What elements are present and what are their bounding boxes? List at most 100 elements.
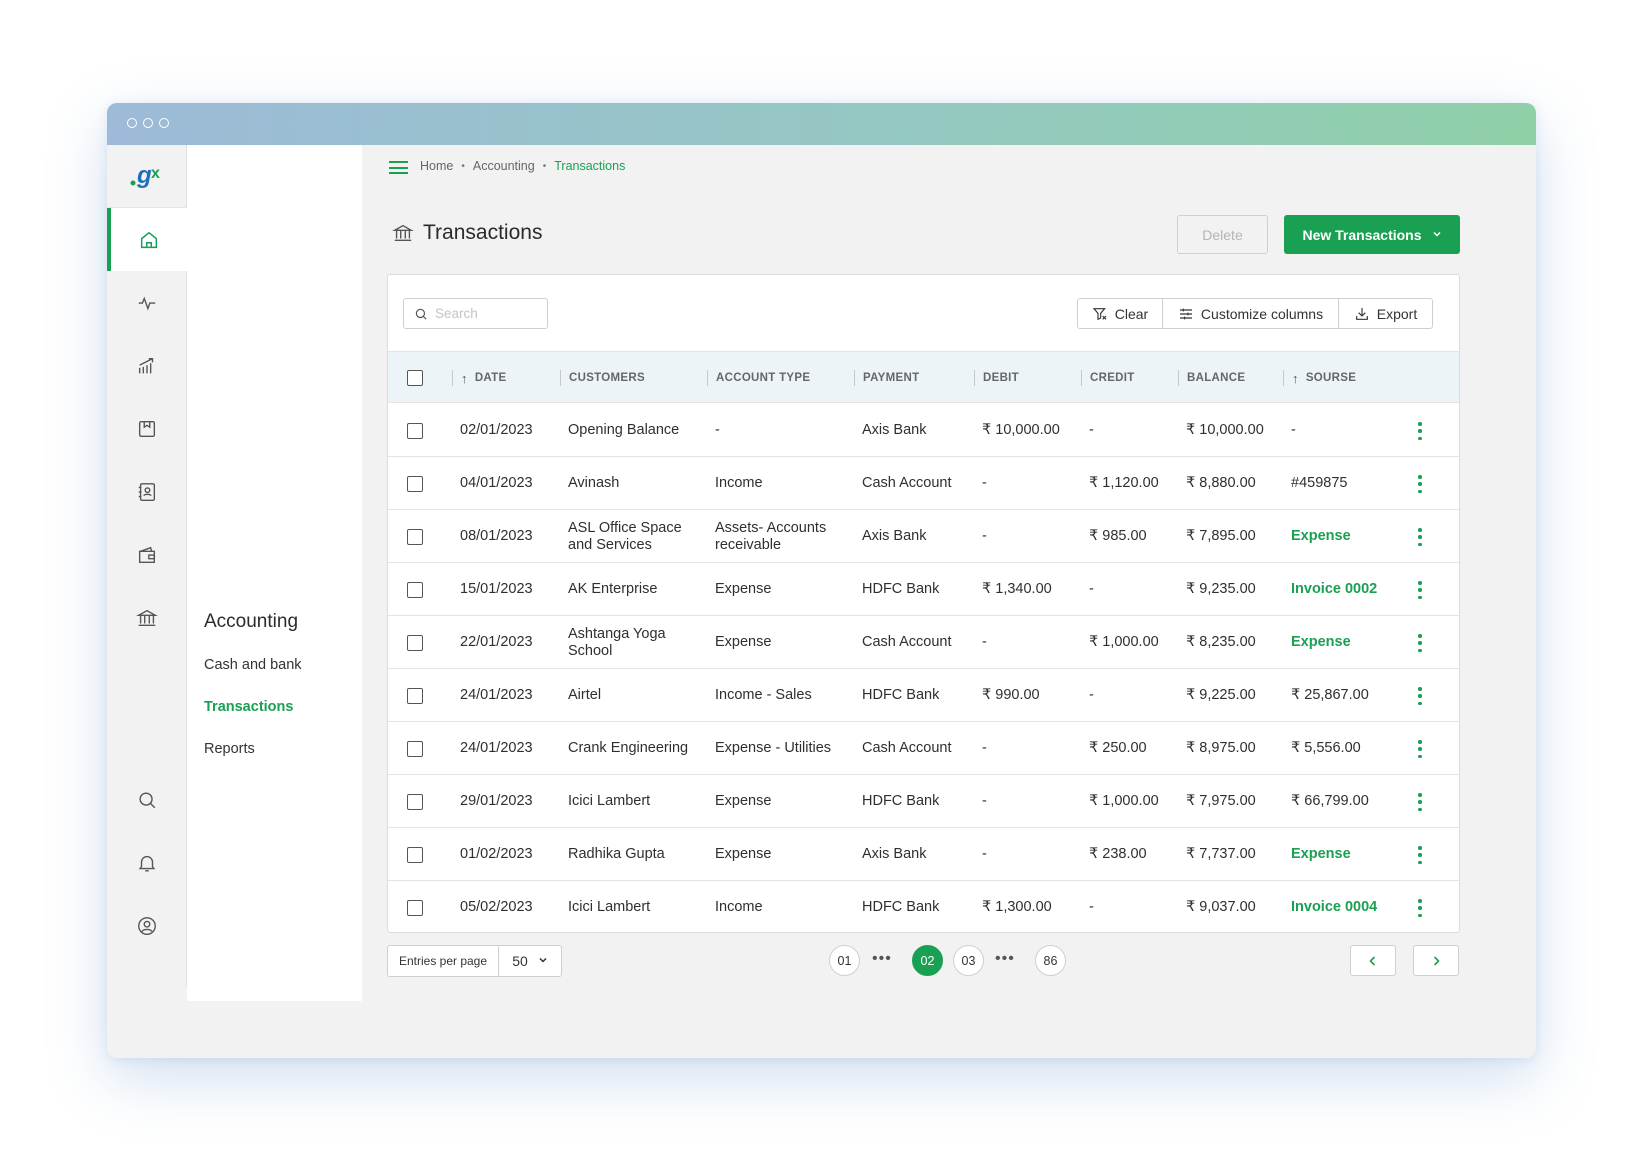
table-row[interactable]: 29/01/2023 Icici Lambert Expense HDFC Bank -… <box>388 775 1459 828</box>
sort-arrow-up-icon[interactable]: ↑ <box>461 371 468 386</box>
app-logo[interactable]: g x <box>107 145 187 208</box>
column-header-balance[interactable]: BALANCE <box>1178 352 1245 404</box>
cell-source[interactable]: Invoice 0004 <box>1291 881 1401 932</box>
row-more-actions-icon[interactable] <box>1417 422 1423 440</box>
row-more-actions-icon[interactable] <box>1417 899 1423 917</box>
row-select-cell <box>407 510 423 563</box>
row-more-actions-icon[interactable] <box>1417 528 1423 546</box>
row-more-actions-icon[interactable] <box>1417 634 1423 652</box>
subnav-item-transactions[interactable]: Transactions <box>204 699 293 715</box>
subnav-item-cash-and-bank[interactable]: Cash and bank <box>204 657 302 673</box>
cell-customer: Crank Engineering <box>568 740 689 756</box>
sort-arrow-up-icon[interactable]: ↑ <box>1292 371 1299 386</box>
cell-balance: ₹ 9,225.00 <box>1186 687 1256 703</box>
new-transactions-button[interactable]: New Transactions <box>1284 215 1460 254</box>
page-button-01[interactable]: 01 <box>829 945 860 976</box>
customize-columns-button[interactable]: Customize columns <box>1163 299 1339 328</box>
table-row[interactable]: 22/01/2023 Ashtanga Yoga School Expense Cas… <box>388 616 1459 669</box>
cell-source[interactable]: Expense <box>1291 616 1401 669</box>
table-row[interactable]: 05/02/2023 Icici Lambert Income HDFC Bank ₹ … <box>388 881 1459 932</box>
menu-toggle-icon[interactable] <box>389 161 408 175</box>
previous-page-button[interactable] <box>1350 945 1396 976</box>
breadcrumb-home[interactable]: Home <box>420 159 453 173</box>
row-more-actions-icon[interactable] <box>1417 581 1423 599</box>
page-button-03[interactable]: 03 <box>953 945 984 976</box>
row-checkbox[interactable] <box>407 528 423 545</box>
row-checkbox[interactable] <box>407 740 423 757</box>
table-row[interactable]: 04/01/2023 Avinash Income Cash Account - ₹ 1,… <box>388 457 1459 510</box>
cell-customer: Opening Balance <box>568 422 680 438</box>
svg-text:x: x <box>151 165 160 182</box>
row-checkbox[interactable] <box>407 634 423 651</box>
page-button-86[interactable]: 86 <box>1035 945 1066 976</box>
row-checkbox[interactable] <box>407 793 423 810</box>
column-header-customers[interactable]: CUSTOMERS <box>560 352 645 404</box>
breadcrumb-separator: • <box>461 160 465 172</box>
window-control-maximize[interactable] <box>159 118 169 128</box>
column-header-debit[interactable]: DEBIT <box>974 352 1019 404</box>
rail-wallet[interactable] <box>107 523 187 586</box>
rail-home[interactable] <box>107 208 187 271</box>
window-titlebar <box>107 103 1536 145</box>
table-row[interactable]: 02/01/2023 Opening Balance - Axis Bank ₹ 10,… <box>388 404 1459 457</box>
row-checkbox[interactable] <box>407 846 423 863</box>
search-box[interactable] <box>403 298 548 329</box>
select-all-checkbox[interactable] <box>407 370 423 386</box>
rail-notifications[interactable] <box>107 831 187 894</box>
row-more-actions-icon[interactable] <box>1417 475 1423 493</box>
entries-per-page-label: Entries per page <box>388 946 499 976</box>
cell-source[interactable]: Invoice 0002 <box>1291 563 1401 616</box>
entries-per-page-select[interactable]: 50 <box>499 946 561 976</box>
table-row[interactable]: 24/01/2023 Crank Engineering Expense - Uti… <box>388 722 1459 775</box>
rail-bank[interactable] <box>107 586 187 649</box>
table-row[interactable]: 15/01/2023 AK Enterprise Expense HDFC Bank ₹… <box>388 563 1459 616</box>
entries-per-page-value: 50 <box>512 953 528 969</box>
row-checkbox[interactable] <box>407 475 423 492</box>
transactions-card: Clear Customize columns Export ↑DATE CUS… <box>387 274 1460 933</box>
rail-search[interactable] <box>107 768 187 831</box>
table-row[interactable]: 24/01/2023 Airtel Income - Sales HDFC Bank ₹… <box>388 669 1459 722</box>
cell-payment: Axis Bank <box>862 846 927 862</box>
sub-navigation: Accounting Cash and bank Transactions Re… <box>187 145 362 1001</box>
rail-inventory[interactable] <box>107 397 187 460</box>
export-button[interactable]: Export <box>1339 299 1432 328</box>
chart-icon <box>138 357 154 373</box>
rail-reports[interactable] <box>107 334 187 397</box>
table-row[interactable]: 01/02/2023 Radhika Gupta Expense Axis Bank -… <box>388 828 1459 881</box>
window-control-close[interactable] <box>127 118 137 128</box>
clear-button[interactable]: Clear <box>1078 299 1163 328</box>
row-more-actions-icon[interactable] <box>1417 740 1423 758</box>
chevron-down-icon <box>1432 228 1442 242</box>
row-more-actions-icon[interactable] <box>1417 687 1423 705</box>
delete-button[interactable]: Delete <box>1177 215 1268 254</box>
cell-source[interactable]: Expense <box>1291 510 1401 563</box>
rail-contacts[interactable] <box>107 460 187 523</box>
search-input[interactable] <box>435 306 535 321</box>
column-header-source[interactable]: ↑ SOURSE <box>1283 352 1356 404</box>
subnav-item-reports[interactable]: Reports <box>204 741 255 757</box>
next-page-button[interactable] <box>1413 945 1459 976</box>
table-row[interactable]: 08/01/2023 ASL Office Space and Services A… <box>388 510 1459 563</box>
rail-profile[interactable] <box>107 894 187 957</box>
row-checkbox[interactable] <box>407 899 423 916</box>
column-header-date[interactable]: ↑ DATE <box>452 352 506 404</box>
cell-customer: ASL Office Space and Services <box>568 519 682 553</box>
cell-debit: - <box>982 793 987 809</box>
column-header-credit[interactable]: CREDIT <box>1081 352 1135 404</box>
rail-activity[interactable] <box>107 271 187 334</box>
window-control-minimize[interactable] <box>143 118 153 128</box>
cell-balance: ₹ 7,737.00 <box>1186 846 1256 862</box>
row-checkbox[interactable] <box>407 422 423 439</box>
row-more-actions-icon[interactable] <box>1417 793 1423 811</box>
cell-account-type: Expense - Utilities <box>715 740 832 756</box>
row-checkbox[interactable] <box>407 687 423 704</box>
row-checkbox[interactable] <box>407 581 423 598</box>
column-header-account-type[interactable]: ACCOUNT TYPE <box>707 352 810 404</box>
row-more-actions-icon[interactable] <box>1417 846 1423 864</box>
breadcrumb-accounting[interactable]: Accounting <box>473 159 535 173</box>
cell-date: 08/01/2023 <box>460 528 533 544</box>
cell-source[interactable]: Expense <box>1291 828 1401 881</box>
page-button-02[interactable]: 02 <box>912 945 943 976</box>
column-header-payment[interactable]: PAYMENT <box>854 352 919 404</box>
page-title-text: Transactions <box>423 221 543 244</box>
